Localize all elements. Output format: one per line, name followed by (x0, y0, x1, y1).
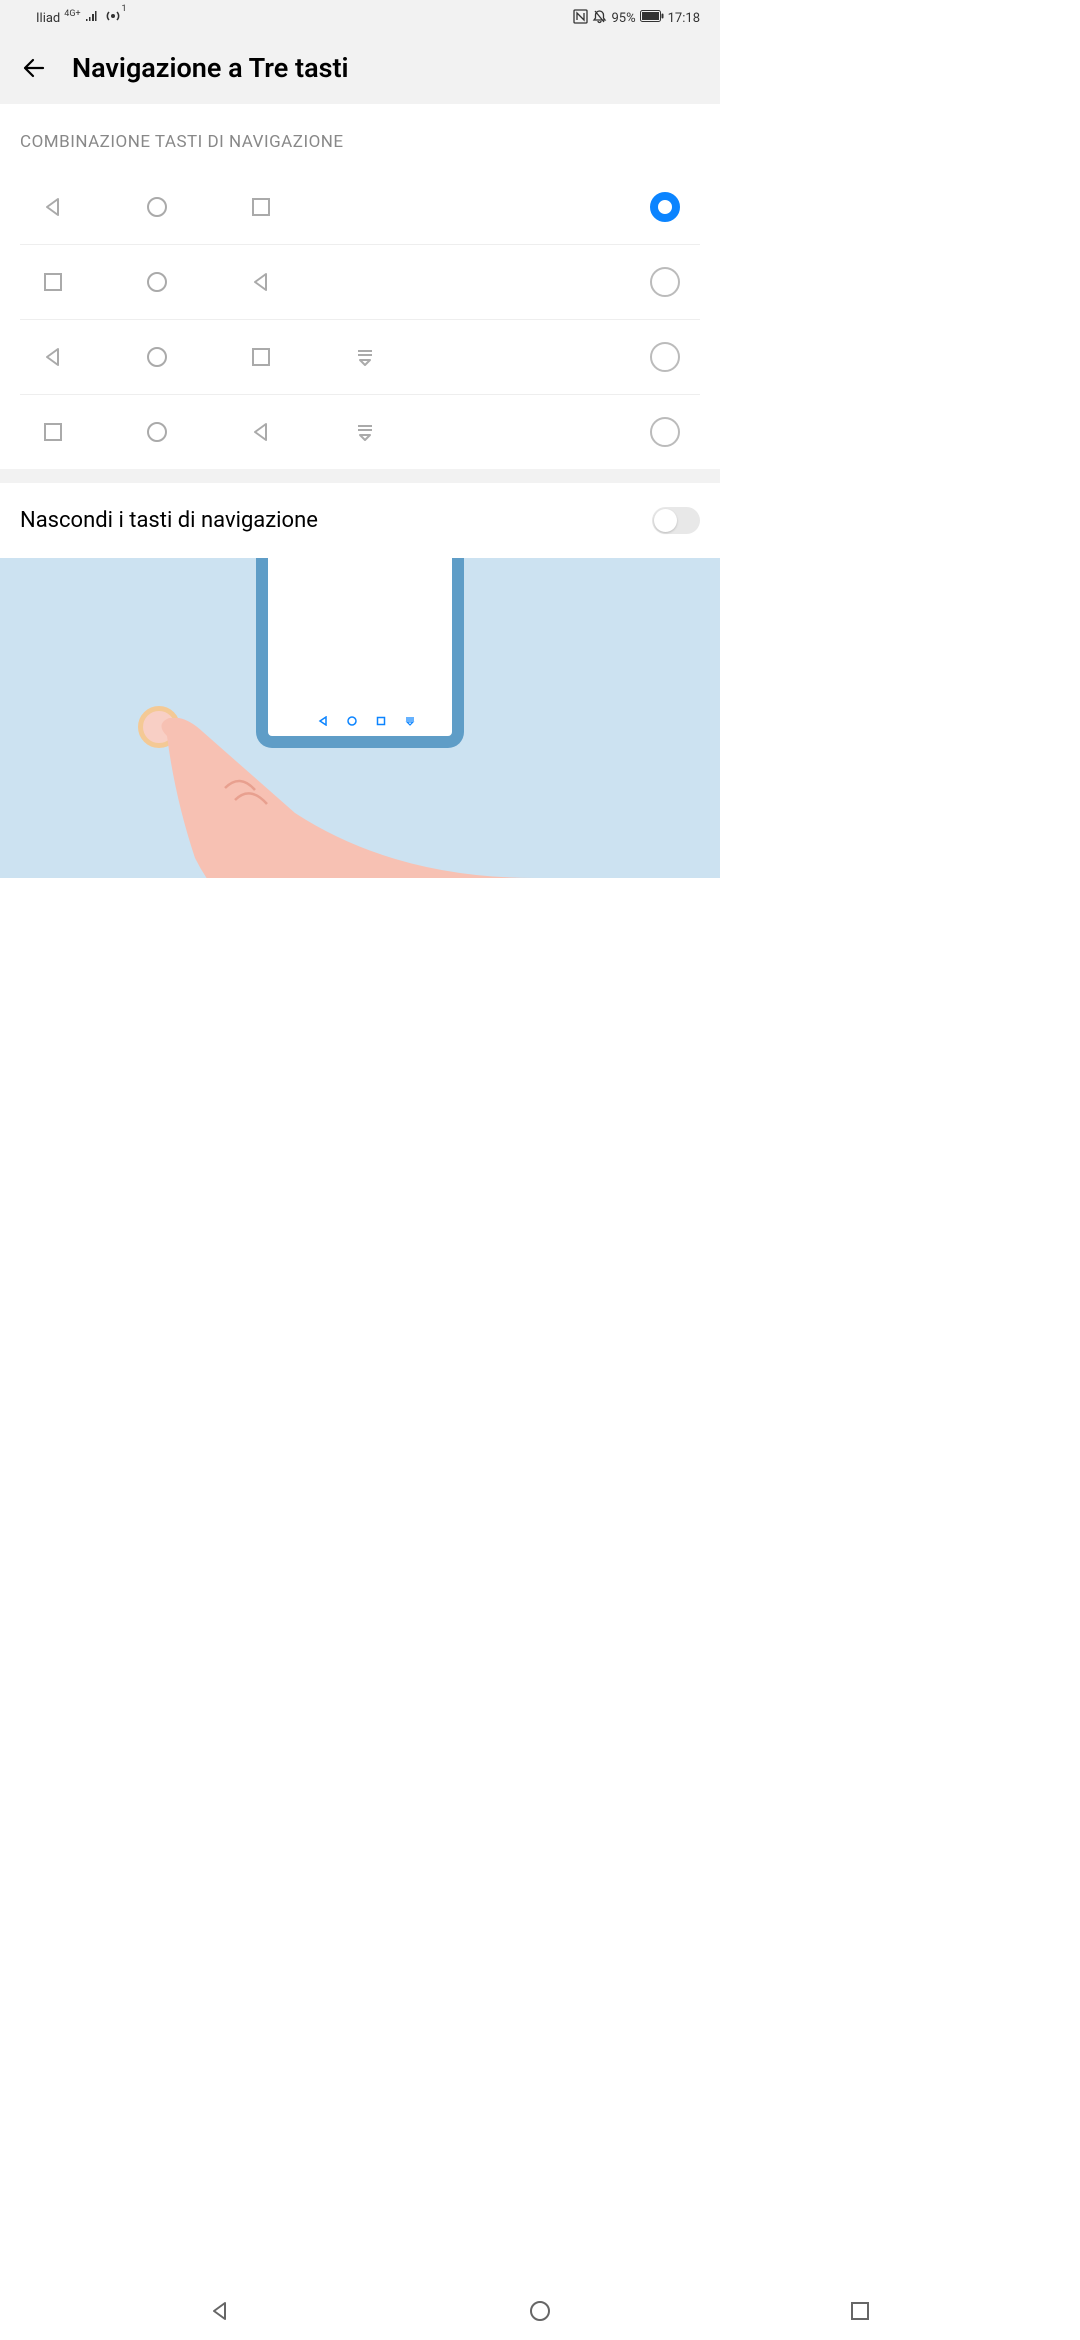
home-circle-icon (144, 344, 170, 370)
carrier-label: Iliad (36, 11, 60, 26)
time-label: 17:18 (668, 11, 700, 26)
hand-illustration (155, 718, 535, 878)
nav-option-4[interactable] (20, 395, 700, 469)
notification-down-icon (352, 419, 378, 445)
battery-icon (640, 10, 664, 26)
status-left: Iliad 4G+ 1 (36, 8, 121, 28)
nav-option-1[interactable] (20, 170, 700, 245)
recent-square-icon (40, 419, 66, 445)
radio-unselected[interactable] (650, 342, 680, 372)
recent-square-icon (40, 269, 66, 295)
notification-down-icon (352, 344, 378, 370)
system-nav-bar (0, 2286, 1080, 2340)
status-right: 95% 17:18 (573, 9, 700, 28)
nav-option-3[interactable] (20, 320, 700, 395)
back-triangle-icon (40, 194, 66, 220)
home-circle-icon (144, 419, 170, 445)
hide-nav-keys-label: Nascondi i tasti di navigazione (20, 508, 318, 533)
network-label: 4G+ (64, 9, 80, 19)
illustration (0, 558, 720, 878)
section-gap (0, 469, 720, 483)
arrow-left-icon (21, 55, 47, 81)
page-title: Navigazione a Tre tasti (72, 52, 349, 84)
back-triangle-icon[interactable] (208, 2299, 232, 2327)
section-header: COMBINAZIONE TASTI DI NAVIGAZIONE (0, 104, 720, 170)
recent-square-icon[interactable] (848, 2299, 872, 2327)
radio-unselected[interactable] (650, 267, 680, 297)
hotspot-badge: 1 (122, 4, 127, 14)
home-circle-icon (144, 194, 170, 220)
home-circle-icon (144, 269, 170, 295)
hide-nav-keys-toggle[interactable] (652, 507, 700, 534)
radio-unselected[interactable] (650, 417, 680, 447)
status-bar: Iliad 4G+ 1 95% 17:18 (0, 0, 720, 36)
back-button[interactable] (20, 54, 48, 82)
hide-nav-keys-row: Nascondi i tasti di navigazione (0, 483, 720, 558)
back-triangle-icon (248, 419, 274, 445)
nfc-icon (573, 9, 588, 28)
home-circle-icon[interactable] (528, 2299, 552, 2327)
radio-selected[interactable] (650, 192, 680, 222)
back-triangle-icon (248, 269, 274, 295)
hotspot-icon: 1 (105, 8, 121, 28)
signal-icon (85, 11, 99, 26)
nav-option-2[interactable] (20, 245, 700, 320)
recent-square-icon (248, 194, 274, 220)
header: Navigazione a Tre tasti (0, 36, 720, 104)
back-triangle-icon (40, 344, 66, 370)
options-list (0, 170, 720, 469)
battery-pct: 95% (611, 11, 635, 26)
recent-square-icon (248, 344, 274, 370)
dnd-icon (592, 9, 607, 28)
